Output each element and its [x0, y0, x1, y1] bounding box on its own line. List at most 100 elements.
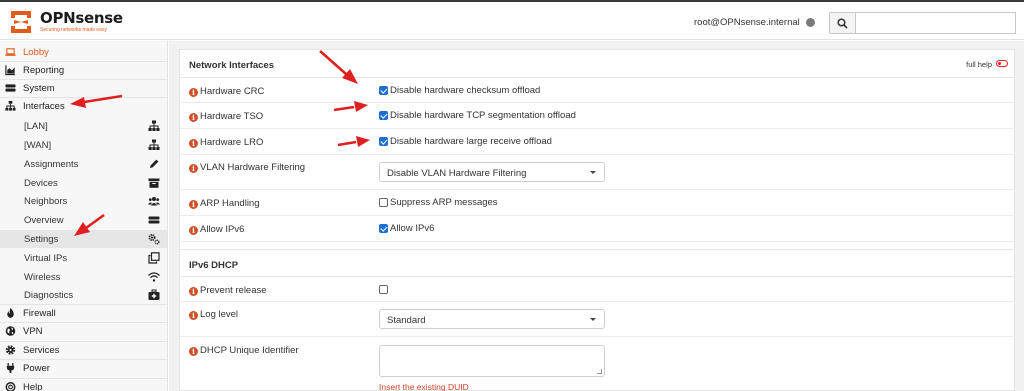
- field-label: i DHCP Unique Identifier: [189, 345, 299, 356]
- checkbox-label[interactable]: Disable hardware checksum offload: [390, 85, 540, 96]
- info-icon[interactable]: i: [189, 347, 198, 356]
- select-value: Standard: [387, 315, 426, 326]
- info-icon[interactable]: i: [189, 287, 198, 296]
- pencil-icon: [150, 159, 159, 168]
- row-dhcp-duid: i DHCP Unique Identifier Insert the exist…: [180, 337, 1014, 391]
- sidebar-subitem-devices[interactable]: Devices: [0, 174, 167, 192]
- tasks-icon: [148, 216, 160, 224]
- row-vlan-hw-filtering: i VLAN Hardware Filtering Disable VLAN Ha…: [180, 155, 1014, 190]
- sidebar-subitem-diagnostics[interactable]: Diagnostics: [0, 286, 167, 304]
- vlan-filtering-select[interactable]: Disable VLAN Hardware Filtering: [379, 162, 605, 182]
- sidebar-item-power[interactable]: Power: [0, 359, 167, 377]
- area-chart-icon: [5, 65, 16, 76]
- cog-icon: [5, 345, 16, 355]
- sidebar-item-label: VPN: [23, 326, 43, 337]
- brand-name: OPNsense: [40, 9, 123, 27]
- field-label: i Hardware CRC: [189, 86, 264, 97]
- sidebar-item-interfaces[interactable]: Interfaces: [0, 97, 167, 115]
- section-title: Network Interfaces: [189, 60, 275, 71]
- hardware-tso-checkbox[interactable]: [379, 111, 388, 120]
- info-icon[interactable]: i: [189, 200, 198, 209]
- full-help-toggle[interactable]: [996, 60, 1008, 67]
- sidebar-item-lobby[interactable]: Lobby: [0, 43, 167, 61]
- sidebar-item-system[interactable]: System: [0, 79, 167, 97]
- arp-handling-checkbox[interactable]: [379, 198, 388, 207]
- status-indicator: [806, 18, 815, 27]
- ipv6-dhcp-header: IPv6 DHCP: [180, 249, 1014, 277]
- plug-icon: [6, 362, 15, 374]
- laptop-icon: [5, 48, 16, 56]
- content-area: Network Interfaces full help i Hardware C…: [169, 41, 1024, 391]
- field-label: i Allow IPv6: [189, 224, 244, 235]
- sidebar-subitem-wireless[interactable]: Wireless: [0, 268, 167, 286]
- settings-panel: Network Interfaces full help i Hardware C…: [179, 49, 1015, 391]
- field-label: i ARP Handling: [189, 198, 260, 209]
- cogs-icon: [148, 234, 160, 245]
- sidebar-item-label: Services: [23, 345, 60, 356]
- sidebar-subitem-overview[interactable]: Overview: [0, 211, 167, 229]
- sidebar-subitem-assignments[interactable]: Assignments: [0, 155, 167, 173]
- info-icon[interactable]: i: [189, 139, 198, 148]
- sidebar-item-reporting[interactable]: Reporting: [0, 61, 167, 79]
- info-icon[interactable]: i: [189, 311, 198, 320]
- sidebar-item-help[interactable]: Help: [0, 378, 167, 391]
- sidebar-subitem-label: Settings: [24, 234, 59, 245]
- wifi-icon: [148, 272, 160, 282]
- prevent-release-checkbox[interactable]: [379, 285, 388, 294]
- fire-icon: [7, 307, 14, 318]
- sitemap-icon: [148, 120, 160, 131]
- sidebar-subitem-label: Overview: [24, 215, 64, 226]
- checkbox-label[interactable]: Disable hardware TCP segmentation offloa…: [390, 110, 576, 121]
- full-help-label[interactable]: full help: [966, 60, 992, 69]
- info-icon[interactable]: i: [189, 88, 198, 97]
- network-interfaces-header: Network Interfaces full help: [180, 50, 1014, 78]
- archive-icon: [148, 178, 160, 188]
- top-bar: OPNsense Securing networks made easy roo…: [0, 0, 1024, 40]
- hardware-crc-checkbox[interactable]: [379, 86, 388, 95]
- field-label: i VLAN Hardware Filtering: [189, 162, 305, 173]
- sidebar-item-firewall[interactable]: Firewall: [0, 304, 167, 322]
- log-level-select[interactable]: Standard: [379, 309, 605, 329]
- sitemap-icon: [148, 139, 160, 150]
- search-button[interactable]: [829, 12, 856, 34]
- sidebar-subitem-label: [LAN]: [24, 121, 48, 132]
- sidebar-subitem-label: [WAN]: [24, 140, 52, 151]
- field-label: i Hardware TSO: [189, 111, 263, 122]
- checkbox-label[interactable]: Allow IPv6: [390, 223, 434, 234]
- chevron-down-icon: [590, 318, 596, 321]
- sidebar: Lobby Reporting System Interfaces [LAN] …: [0, 41, 168, 391]
- sidebar-item-label: Interfaces: [23, 101, 65, 112]
- field-label: i Log level: [189, 309, 238, 320]
- brand-tagline: Securing networks made easy: [40, 27, 107, 33]
- user-name[interactable]: root@OPNsense.internal: [694, 17, 800, 28]
- checkbox-label[interactable]: Disable hardware large receive offload: [390, 136, 552, 147]
- row-hardware-crc: i Hardware CRC Disable hardware checksum …: [180, 78, 1014, 103]
- sidebar-subitem-label: Diagnostics: [24, 290, 74, 301]
- allow-ipv6-checkbox[interactable]: [379, 224, 388, 233]
- sidebar-subitem-wan[interactable]: [WAN]: [0, 136, 167, 154]
- checkbox-label[interactable]: Suppress ARP messages: [390, 197, 498, 208]
- sidebar-item-vpn[interactable]: VPN: [0, 322, 167, 340]
- hardware-lro-checkbox[interactable]: [379, 137, 388, 146]
- sidebar-subitem-neighbors[interactable]: Neighbors: [0, 192, 167, 210]
- sidebar-subitem-virtual-ips[interactable]: Virtual IPs: [0, 249, 167, 267]
- sidebar-item-label: Reporting: [23, 65, 65, 76]
- sidebar-subitem-settings[interactable]: Settings: [0, 230, 167, 248]
- info-icon[interactable]: i: [189, 226, 198, 235]
- resize-grip-icon[interactable]: [597, 369, 602, 374]
- search-input[interactable]: [856, 12, 1016, 34]
- sidebar-subitem-label: Virtual IPs: [24, 253, 68, 264]
- sidebar-item-services[interactable]: Services: [0, 341, 167, 359]
- sidebar-subitem-lan[interactable]: [LAN]: [0, 117, 167, 135]
- opnsense-logo[interactable]: OPNsense Securing networks made easy: [8, 8, 128, 36]
- sidebar-item-label: Lobby: [23, 47, 49, 58]
- info-icon[interactable]: i: [189, 113, 198, 122]
- sidebar-subitem-label: Assignments: [24, 159, 79, 170]
- info-icon[interactable]: i: [189, 164, 198, 173]
- sitemap-icon: [5, 100, 16, 111]
- clone-icon: [148, 252, 160, 264]
- sidebar-item-label: Power: [23, 363, 50, 374]
- field-label: i Prevent release: [189, 285, 267, 296]
- field-label: i Hardware LRO: [189, 137, 263, 148]
- duid-textarea[interactable]: [379, 345, 605, 377]
